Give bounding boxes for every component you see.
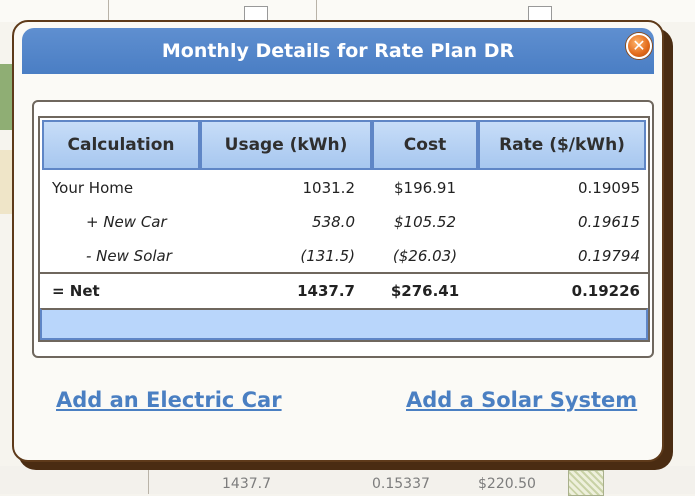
close-icon[interactable]: ✕ <box>626 33 652 59</box>
row-label-net: = Net <box>52 282 100 300</box>
row-rate: 0.19095 <box>577 179 640 197</box>
row-label-new-solar: - New Solar <box>86 247 172 265</box>
background-divider <box>108 0 109 22</box>
row-cost: ($26.03) <box>392 247 458 265</box>
row-usage: 538.0 <box>312 213 355 231</box>
background-divider <box>148 466 149 494</box>
background-value: $220.50 <box>478 476 536 492</box>
rate-details-table: Calculation Usage (kWh) Cost Rate ($/kWh… <box>38 116 650 342</box>
add-solar-system-link[interactable]: Add a Solar System <box>406 388 637 412</box>
row-cost: $105.52 <box>393 213 457 231</box>
net-usage: 1437.7 <box>297 282 355 300</box>
monthly-details-dialog: Monthly Details for Rate Plan DR ✕ Calcu… <box>12 20 664 462</box>
net-cost: $276.41 <box>390 282 460 300</box>
row-rate: 0.19615 <box>577 213 640 231</box>
add-electric-car-link[interactable]: Add an Electric Car <box>56 388 282 412</box>
column-header-cost: Cost <box>372 120 478 170</box>
column-header-usage: Usage (kWh) <box>200 120 372 170</box>
background-value: 0.15337 <box>372 476 430 492</box>
background-hatch-cell <box>568 470 604 496</box>
row-rate: 0.19794 <box>577 247 640 265</box>
row-usage: 1031.2 <box>302 179 356 197</box>
row-usage: (131.5) <box>300 247 355 265</box>
row-label-new-car: + New Car <box>86 213 167 231</box>
background-page-top <box>0 0 695 22</box>
column-header-rate: Rate ($/kWh) <box>478 120 646 170</box>
background-value: 1437.7 <box>222 476 271 492</box>
details-panel: Calculation Usage (kWh) Cost Rate ($/kWh… <box>32 100 654 358</box>
net-rate: 0.19226 <box>571 282 640 300</box>
dialog-title: Monthly Details for Rate Plan DR <box>22 28 654 74</box>
row-label-your-home: Your Home <box>52 179 134 197</box>
background-divider <box>316 0 317 22</box>
row-cost: $196.91 <box>393 179 457 197</box>
net-separator <box>40 272 648 274</box>
column-header-calculation: Calculation <box>42 120 200 170</box>
table-footer-bar <box>40 308 648 340</box>
